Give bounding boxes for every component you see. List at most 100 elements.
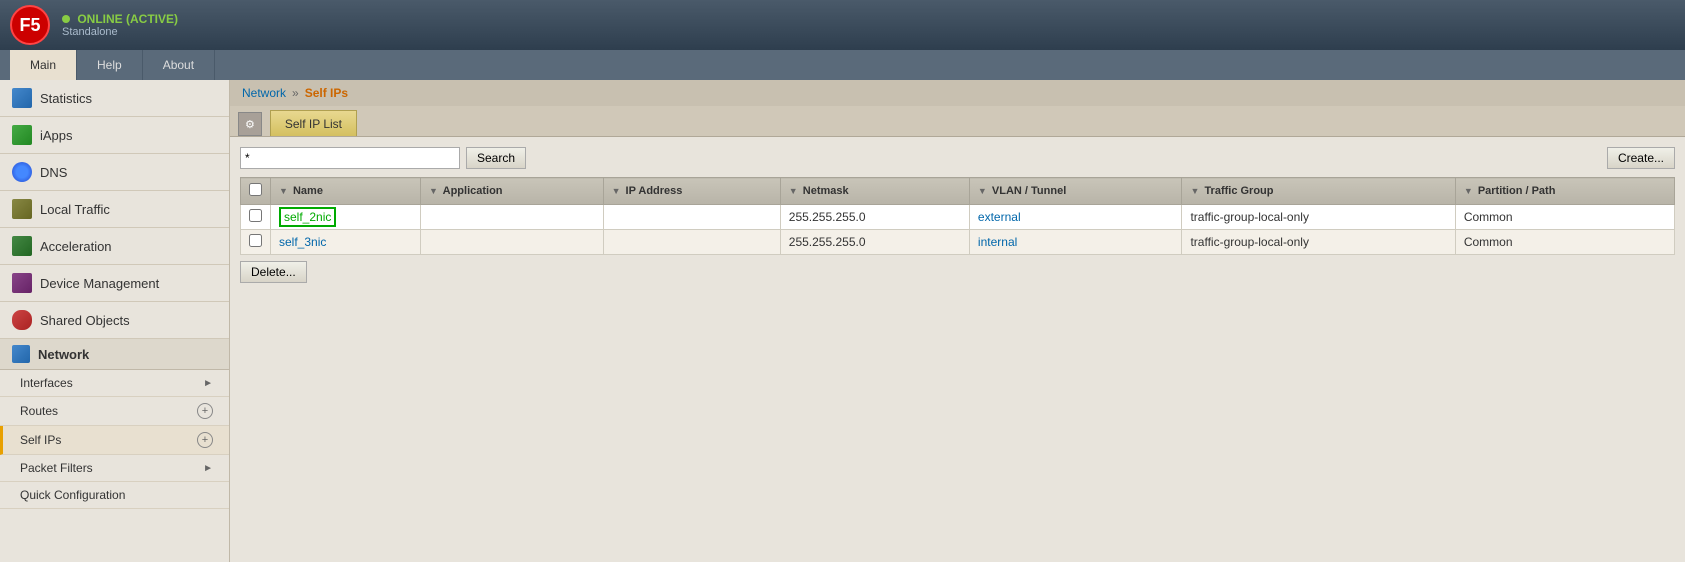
header-partition-path[interactable]: ▼ Partition / Path: [1455, 178, 1674, 205]
tab-strip: ⚙ Self IP List: [230, 106, 1685, 137]
sidebar-label-statistics: Statistics: [40, 91, 92, 106]
table-row: self_3nic 255.255.255.0 internal traffic…: [241, 230, 1675, 255]
header-vlan-tunnel[interactable]: ▼ VLAN / Tunnel: [969, 178, 1182, 205]
vlan-sort-icon: ▼: [978, 186, 987, 196]
header-ip-address[interactable]: ▼ IP Address: [603, 178, 780, 205]
row1-name-link[interactable]: self_2nic: [279, 207, 336, 227]
breadcrumb-current: Self IPs: [305, 86, 348, 100]
local-traffic-icon: [12, 199, 32, 219]
partition-sort-icon: ▼: [1464, 186, 1473, 196]
header-netmask[interactable]: ▼ Netmask: [780, 178, 969, 205]
tab-help[interactable]: Help: [77, 50, 143, 80]
sidebar-item-acceleration[interactable]: Acceleration: [0, 228, 229, 265]
row1-checkbox[interactable]: [249, 209, 262, 222]
self-ips-label: Self IPs: [20, 433, 61, 447]
search-bar: Search Create...: [240, 147, 1675, 169]
header-checkbox-cell: [241, 178, 271, 205]
sidebar-section-network[interactable]: Network: [0, 339, 229, 370]
search-button[interactable]: Search: [466, 147, 526, 169]
sidebar-item-device-management[interactable]: Device Management: [0, 265, 229, 302]
row1-application-cell: [421, 205, 604, 230]
self-ips-add-icon[interactable]: +: [197, 432, 213, 448]
network-section-label: Network: [38, 347, 89, 362]
top-header: F5 ONLINE (ACTIVE) Standalone: [0, 0, 1685, 50]
breadcrumb-separator: »: [292, 86, 299, 100]
header-traffic-group[interactable]: ▼ Traffic Group: [1182, 178, 1455, 205]
breadcrumb-network[interactable]: Network: [242, 86, 286, 100]
nav-tabs: Main Help About: [0, 50, 1685, 80]
row2-name-cell: self_3nic: [271, 230, 421, 255]
row2-name-link[interactable]: self_3nic: [279, 235, 326, 249]
name-sort-icon: ▼: [279, 186, 288, 196]
search-input[interactable]: [240, 147, 460, 169]
status-block: ONLINE (ACTIVE) Standalone: [62, 12, 178, 38]
routes-label: Routes: [20, 404, 58, 418]
search-left: Search: [240, 147, 526, 169]
row1-ip-cell: [603, 205, 780, 230]
sidebar-item-shared-objects[interactable]: Shared Objects: [0, 302, 229, 339]
traffic-sort-icon: ▼: [1190, 186, 1199, 196]
tab-main[interactable]: Main: [10, 50, 77, 80]
sidebar-item-routes[interactable]: Routes +: [0, 397, 229, 426]
row1-vlan-link[interactable]: external: [978, 210, 1021, 224]
gear-button[interactable]: ⚙: [238, 112, 262, 136]
row2-vlan-cell: internal: [969, 230, 1182, 255]
row1-vlan-cell: external: [969, 205, 1182, 230]
sidebar-label-iapps: iApps: [40, 128, 73, 143]
delete-button[interactable]: Delete...: [240, 261, 307, 283]
shared-objects-icon: [12, 310, 32, 330]
row1-name-cell: self_2nic: [271, 205, 421, 230]
sidebar-label-device-management: Device Management: [40, 276, 159, 291]
application-sort-icon: ▼: [429, 186, 438, 196]
row2-ip-cell: [603, 230, 780, 255]
sidebar-item-iapps[interactable]: iApps: [0, 117, 229, 154]
sidebar-label-dns: DNS: [40, 165, 67, 180]
dns-icon: [12, 162, 32, 182]
select-all-checkbox[interactable]: [249, 183, 262, 196]
sidebar-label-acceleration: Acceleration: [40, 239, 112, 254]
row2-netmask-cell: 255.255.255.0: [780, 230, 969, 255]
chevron-right-icon: ►: [203, 378, 213, 389]
sidebar-item-quick-config[interactable]: Quick Configuration: [0, 482, 229, 509]
status-dot: [62, 15, 70, 23]
table-row: self_2nic 255.255.255.0 external traffic…: [241, 205, 1675, 230]
row2-checkbox[interactable]: [249, 234, 262, 247]
header-name[interactable]: ▼ Name: [271, 178, 421, 205]
status-standalone: Standalone: [62, 26, 178, 38]
routes-add-icon[interactable]: +: [197, 403, 213, 419]
f5-logo: F5: [10, 5, 50, 45]
sidebar-item-local-traffic[interactable]: Local Traffic: [0, 191, 229, 228]
self-ip-list-tab[interactable]: Self IP List: [270, 110, 357, 136]
row1-netmask-cell: 255.255.255.0: [780, 205, 969, 230]
tab-about[interactable]: About: [143, 50, 215, 80]
status-online: ONLINE (ACTIVE): [62, 12, 178, 26]
netmask-sort-icon: ▼: [789, 186, 798, 196]
main-layout: Statistics iApps DNS Local Traffic Accel…: [0, 80, 1685, 562]
packet-filters-label: Packet Filters: [20, 461, 93, 475]
sidebar-item-statistics[interactable]: Statistics: [0, 80, 229, 117]
ip-sort-icon: ▼: [612, 186, 621, 196]
interfaces-label: Interfaces: [20, 376, 73, 390]
sidebar-label-local-traffic: Local Traffic: [40, 202, 110, 217]
acceleration-icon: [12, 236, 32, 256]
sidebar-label-shared-objects: Shared Objects: [40, 313, 130, 328]
sidebar-item-self-ips[interactable]: Self IPs +: [0, 426, 229, 455]
header-application[interactable]: ▼ Application: [421, 178, 604, 205]
sidebar: Statistics iApps DNS Local Traffic Accel…: [0, 80, 230, 562]
breadcrumb: Network » Self IPs: [230, 80, 1685, 106]
quick-config-label: Quick Configuration: [20, 488, 125, 502]
data-table: ▼ Name ▼ Application ▼ IP Address ▼: [240, 177, 1675, 255]
row2-application-cell: [421, 230, 604, 255]
packet-filters-arrow-icon: ►: [203, 463, 213, 474]
create-button[interactable]: Create...: [1607, 147, 1675, 169]
sidebar-item-interfaces[interactable]: Interfaces ►: [0, 370, 229, 397]
row2-vlan-link[interactable]: internal: [978, 235, 1017, 249]
row1-checkbox-cell: [241, 205, 271, 230]
iapps-icon: [12, 125, 32, 145]
table-header-row: ▼ Name ▼ Application ▼ IP Address ▼: [241, 178, 1675, 205]
device-management-icon: [12, 273, 32, 293]
network-section-icon: [12, 345, 30, 363]
sidebar-item-packet-filters[interactable]: Packet Filters ►: [0, 455, 229, 482]
sidebar-item-dns[interactable]: DNS: [0, 154, 229, 191]
stats-icon: [12, 88, 32, 108]
